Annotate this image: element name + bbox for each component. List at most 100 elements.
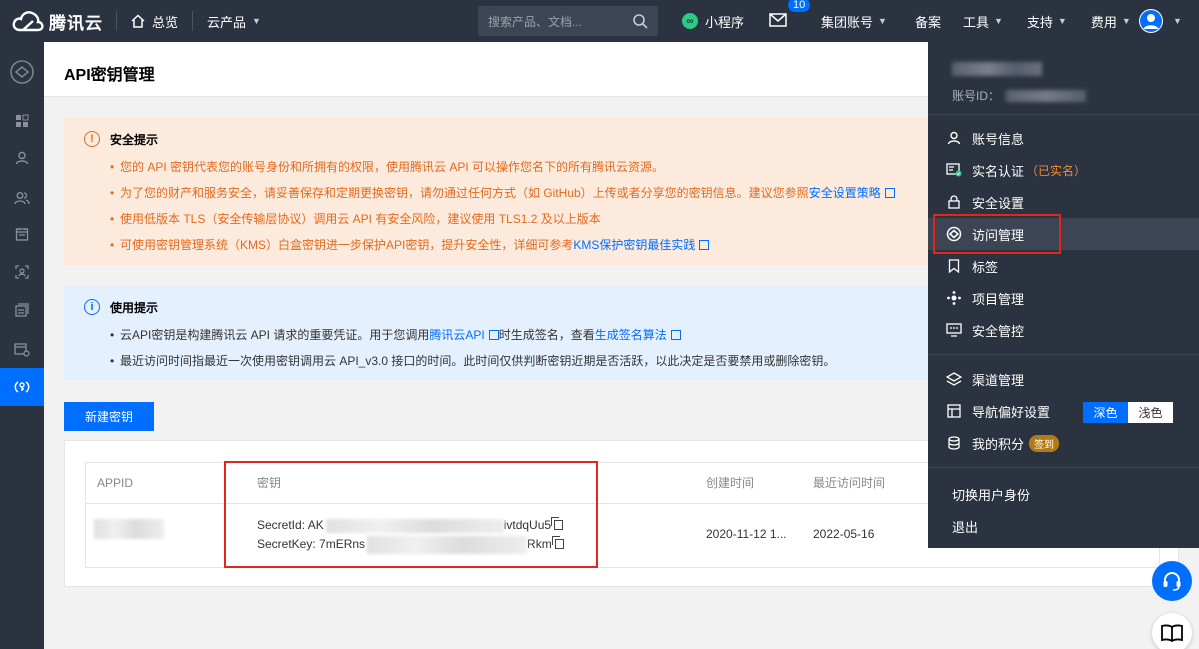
group-account-label: 集团账号 xyxy=(821,14,874,30)
monitor-icon xyxy=(946,322,962,338)
menu-item-security-control[interactable]: 安全管控 xyxy=(928,314,1199,346)
cloud-logo-icon xyxy=(12,11,44,32)
theme-toggle: 深色 浅色 xyxy=(1083,402,1173,423)
security-settings-policy-link[interactable]: 安全设置策略 xyxy=(809,186,881,200)
headset-icon xyxy=(1163,572,1181,591)
theme-dark-option[interactable]: 深色 xyxy=(1083,402,1128,423)
tencent-cloud-api-link[interactable]: 腾讯云API xyxy=(429,328,484,342)
create-key-button[interactable]: 新建密钥 xyxy=(64,402,154,431)
bookmark-icon xyxy=(946,258,962,274)
column-header-appid: APPID xyxy=(97,476,134,490)
menu-item-label: 实名认证 xyxy=(972,163,1025,179)
menu-item-tags[interactable]: 标签 xyxy=(928,250,1199,282)
chevron-down-icon: ▼ xyxy=(878,16,887,26)
menu-item-real-name[interactable]: 实名认证 （已实名） xyxy=(928,154,1199,186)
menu-item-account-info[interactable]: 账号信息 xyxy=(928,122,1199,154)
coins-icon xyxy=(946,435,962,451)
chevron-down-icon: ▼ xyxy=(1173,16,1182,26)
last-access-time: 2022-05-16 xyxy=(813,527,875,541)
logout-link[interactable]: 退出 xyxy=(952,517,978,536)
kms-best-practice-link[interactable]: KMS保护密钥最佳实践 xyxy=(573,238,695,252)
sidebar-item-groups[interactable] xyxy=(0,182,44,214)
divider xyxy=(928,354,1199,355)
sidebar-item-policies[interactable] xyxy=(0,218,44,250)
chevron-down-icon: ▼ xyxy=(993,16,1003,26)
documentation-button[interactable] xyxy=(1152,613,1192,649)
search-input[interactable]: 搜索产品、文档... xyxy=(478,6,658,36)
settings-card-icon xyxy=(14,343,30,357)
customer-service-button[interactable] xyxy=(1152,561,1192,601)
created-time: 2020-11-12 1... xyxy=(706,527,787,541)
chevron-down-icon: ▼ xyxy=(252,16,261,26)
external-link-icon[interactable] xyxy=(670,330,681,340)
divider xyxy=(928,467,1199,468)
user-menu[interactable]: ▼ xyxy=(1139,9,1182,33)
sidebar-item-users[interactable] xyxy=(0,142,44,174)
security-alert-text: 为了您的财产和服务安全，请妥善保存和定期更换密钥，请勿通过任何方式（如 GitH… xyxy=(120,186,809,200)
divider xyxy=(928,114,1199,115)
user-dropdown-panel: 账号ID： 账号信息 实名认证 （已实名） 安全设置 访问管理 标签 项目管理 … xyxy=(928,42,1199,548)
tools-menu[interactable]: 工具 ▼ xyxy=(951,12,1013,31)
billing-menu[interactable]: 费用 ▼ xyxy=(1077,12,1141,31)
miniprogram-icon: ∞ xyxy=(682,13,698,29)
project-icon xyxy=(946,290,962,306)
mail-icon xyxy=(769,12,787,27)
nav-products-label: 云产品 xyxy=(207,14,247,30)
menu-item-label: 安全设置 xyxy=(972,195,1025,211)
sign-in-badge[interactable]: 签到 xyxy=(1029,434,1060,452)
usage-alert-text: 时生成签名，查看 xyxy=(498,328,595,342)
usage-alert-text: 云API密钥是构建腾讯云 API 请求的重要凭证。用于您调用 xyxy=(120,328,430,342)
info-icon: i xyxy=(84,299,100,315)
user-icon xyxy=(1140,10,1162,32)
id-card-icon xyxy=(946,162,962,178)
menu-item-label: 我的积分 xyxy=(972,436,1025,452)
menu-item-label: 安全管控 xyxy=(972,323,1025,339)
brand-name: 腾讯云 xyxy=(49,13,103,33)
sidebar-item-identity-providers[interactable] xyxy=(0,294,44,326)
sidebar-item-roles[interactable] xyxy=(0,256,44,288)
search-placeholder: 搜索产品、文档... xyxy=(488,14,583,29)
highlight-box xyxy=(224,461,598,568)
user-icon xyxy=(15,151,29,165)
icp-label: 备案 xyxy=(914,14,941,30)
menu-item-project-management[interactable]: 项目管理 xyxy=(928,282,1199,314)
menu-item-label: 项目管理 xyxy=(972,291,1025,307)
menu-item-channel-management[interactable]: 渠道管理 xyxy=(928,363,1199,395)
external-link-icon[interactable] xyxy=(884,188,895,198)
brand-logo[interactable]: 腾讯云 xyxy=(0,9,116,34)
support-label: 支持 xyxy=(1026,14,1053,30)
icp-link[interactable]: 备案 xyxy=(897,12,951,31)
nav-overview[interactable]: 总览 xyxy=(117,0,192,42)
sidebar-product-logo[interactable] xyxy=(0,54,44,90)
miniprogram-link[interactable]: ∞ 小程序 xyxy=(676,12,757,31)
external-link-icon[interactable] xyxy=(488,330,499,340)
api-key-icon xyxy=(14,381,30,393)
switch-identity-link[interactable]: 切换用户身份 xyxy=(952,485,1030,504)
verified-status: （已实名） xyxy=(1026,163,1087,178)
sidebar-item-overview[interactable] xyxy=(0,105,44,137)
layers-icon xyxy=(946,371,962,387)
sidebar-item-api-keys[interactable] xyxy=(0,368,44,406)
theme-light-option[interactable]: 浅色 xyxy=(1128,402,1173,423)
menu-item-label: 导航偏好设置 xyxy=(972,404,1051,420)
mail-button[interactable]: 10 xyxy=(769,0,812,30)
security-alert-text: 可使用密钥管理系统（KMS）白盒密钥进一步保护API密钥，提升安全性，详细可参考 xyxy=(120,238,574,252)
highlight-box xyxy=(933,214,1061,254)
sidebar-item-collaborators[interactable] xyxy=(0,334,44,366)
external-link-icon[interactable] xyxy=(699,240,710,250)
top-navigation-bar: 腾讯云 总览 云产品 ▼ 搜索产品、文档... ∞ 小程序 10 集团账号 ▼ … xyxy=(0,0,1199,42)
column-header-created: 创建时间 xyxy=(706,476,755,490)
mail-count-badge: 10 xyxy=(787,0,812,13)
group-account-menu[interactable]: 集团账号 ▼ xyxy=(811,12,897,31)
policy-icon xyxy=(15,228,29,241)
signature-algorithm-link[interactable]: 生成签名算法 xyxy=(595,328,667,342)
support-menu[interactable]: 支持 ▼ xyxy=(1013,12,1077,31)
menu-item-my-points[interactable]: 我的积分 签到 xyxy=(928,427,1199,459)
miniprogram-label: 小程序 xyxy=(705,14,745,30)
search-icon[interactable] xyxy=(632,13,648,29)
column-header-last-access: 最近访问时间 xyxy=(813,476,886,490)
nav-products[interactable]: 云产品 ▼ xyxy=(193,0,275,42)
lock-icon xyxy=(946,194,962,210)
menu-item-label: 渠道管理 xyxy=(972,372,1025,388)
user-group-icon xyxy=(14,192,30,205)
